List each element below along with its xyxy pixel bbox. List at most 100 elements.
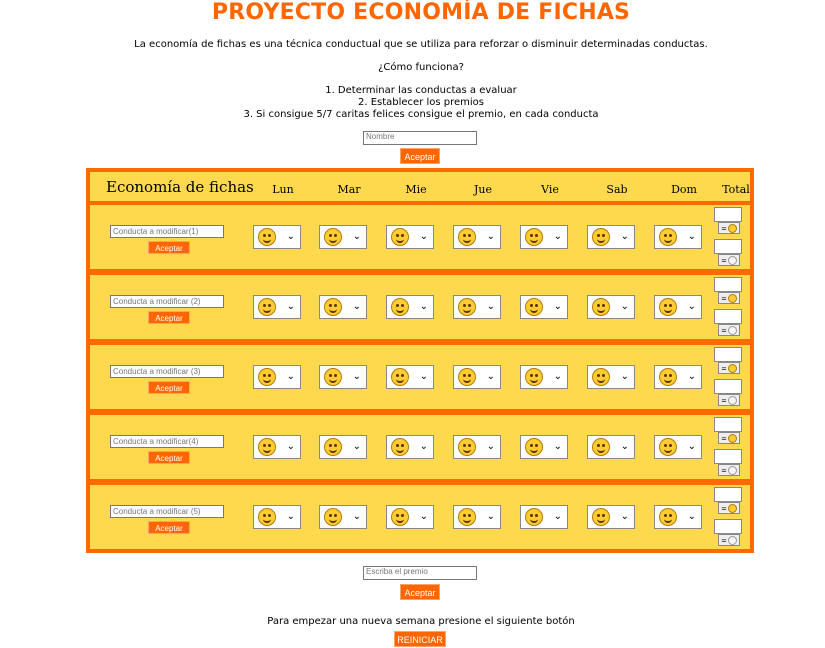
day-dom: Dom [671,183,697,196]
smiley-face-icon [525,298,543,316]
day-lun: Lun [272,183,294,196]
chevron-down-icon: ⌄ [553,231,562,242]
smiley-face-icon [258,508,276,526]
board-header: Economía de fichas Lun Mar Mie Jue Vie S… [90,172,750,201]
happy-face-icon [728,364,737,373]
behavior-accept-button[interactable]: Aceptar [148,241,190,254]
day-select[interactable]: ⌄ [520,225,568,249]
neutral-face-icon [728,396,737,405]
behavior-accept-button[interactable]: Aceptar [148,311,190,324]
smiley-face-icon [659,508,677,526]
sad-total-field[interactable] [714,309,742,324]
day-select[interactable]: ⌄ [520,435,568,459]
day-select[interactable]: ⌄ [520,505,568,529]
behavior-accept-button[interactable]: Aceptar [148,521,190,534]
behavior-input[interactable]: Conducta a modificar (5) [110,505,224,518]
chevron-down-icon: ⌄ [687,231,696,242]
sad-total-label: = [718,324,740,336]
day-select[interactable]: ⌄ [453,505,501,529]
behavior-input[interactable]: Conducta a modificar (3) [110,365,224,378]
day-select[interactable]: ⌄ [453,225,501,249]
happy-total-label: = [718,362,740,374]
prize-accept-button[interactable]: Aceptar [400,584,440,600]
chevron-down-icon: ⌄ [286,231,295,242]
happy-total-field[interactable] [714,207,742,222]
day-select[interactable]: ⌄ [654,365,702,389]
total-header: Total [722,183,750,196]
day-select[interactable]: ⌄ [453,435,501,459]
day-select[interactable]: ⌄ [587,435,635,459]
chevron-down-icon: ⌄ [286,371,295,382]
chevron-down-icon: ⌄ [486,301,495,312]
reset-button[interactable]: REINICIAR [394,631,446,647]
chevron-down-icon: ⌄ [620,231,629,242]
step-1: 1. Determinar las conductas a evaluar [325,85,517,96]
day-select[interactable]: ⌄ [654,435,702,459]
day-select[interactable]: ⌄ [253,365,301,389]
day-select[interactable]: ⌄ [253,505,301,529]
day-select[interactable]: ⌄ [520,295,568,319]
day-select[interactable]: ⌄ [386,295,434,319]
smiley-face-icon [592,228,610,246]
day-select[interactable]: ⌄ [587,225,635,249]
happy-total-field[interactable] [714,347,742,362]
day-select[interactable]: ⌄ [587,365,635,389]
chevron-down-icon: ⌄ [352,301,361,312]
smiley-face-icon [458,228,476,246]
name-input[interactable]: Nombre [363,131,477,145]
sad-total-field[interactable] [714,239,742,254]
day-select[interactable]: ⌄ [319,295,367,319]
happy-face-icon [728,434,737,443]
neutral-face-icon [728,256,737,265]
sad-total-label: = [718,394,740,406]
day-select[interactable]: ⌄ [520,365,568,389]
smiley-face-icon [525,438,543,456]
day-select[interactable]: ⌄ [319,435,367,459]
smiley-face-icon [258,438,276,456]
chevron-down-icon: ⌄ [687,371,696,382]
prize-input[interactable]: Escriba el premio [363,566,477,580]
behavior-accept-button[interactable]: Aceptar [148,451,190,464]
day-select[interactable]: ⌄ [386,505,434,529]
day-select[interactable]: ⌄ [453,295,501,319]
happy-total-label: = [718,222,740,234]
chevron-down-icon: ⌄ [620,301,629,312]
day-select[interactable]: ⌄ [386,365,434,389]
chevron-down-icon: ⌄ [486,371,495,382]
chevron-down-icon: ⌄ [687,441,696,452]
name-accept-button[interactable]: Aceptar [400,148,440,164]
chevron-down-icon: ⌄ [620,511,629,522]
day-select[interactable]: ⌄ [587,295,635,319]
happy-total-field[interactable] [714,487,742,502]
day-select[interactable]: ⌄ [654,295,702,319]
day-select[interactable]: ⌄ [453,365,501,389]
day-select[interactable]: ⌄ [654,505,702,529]
behavior-accept-button[interactable]: Aceptar [148,381,190,394]
day-select[interactable]: ⌄ [386,225,434,249]
day-select[interactable]: ⌄ [386,435,434,459]
chevron-down-icon: ⌄ [286,301,295,312]
sad-total-field[interactable] [714,519,742,534]
chevron-down-icon: ⌄ [486,511,495,522]
smiley-face-icon [458,438,476,456]
sad-total-field[interactable] [714,449,742,464]
smiley-face-icon [258,298,276,316]
day-select[interactable]: ⌄ [253,435,301,459]
behavior-input[interactable]: Conducta a modificar(4) [110,435,224,448]
day-select[interactable]: ⌄ [319,225,367,249]
happy-total-field[interactable] [714,417,742,432]
smiley-face-icon [592,298,610,316]
sad-total-field[interactable] [714,379,742,394]
behavior-input[interactable]: Conducta a modificar(1) [110,225,224,238]
day-mar: Mar [337,183,361,196]
day-select[interactable]: ⌄ [253,225,301,249]
day-select[interactable]: ⌄ [253,295,301,319]
day-select[interactable]: ⌄ [319,365,367,389]
day-select[interactable]: ⌄ [319,505,367,529]
happy-total-field[interactable] [714,277,742,292]
chevron-down-icon: ⌄ [286,441,295,452]
day-select[interactable]: ⌄ [654,225,702,249]
behavior-input[interactable]: Conducta a modificar (2) [110,295,224,308]
chevron-down-icon: ⌄ [620,441,629,452]
day-select[interactable]: ⌄ [587,505,635,529]
